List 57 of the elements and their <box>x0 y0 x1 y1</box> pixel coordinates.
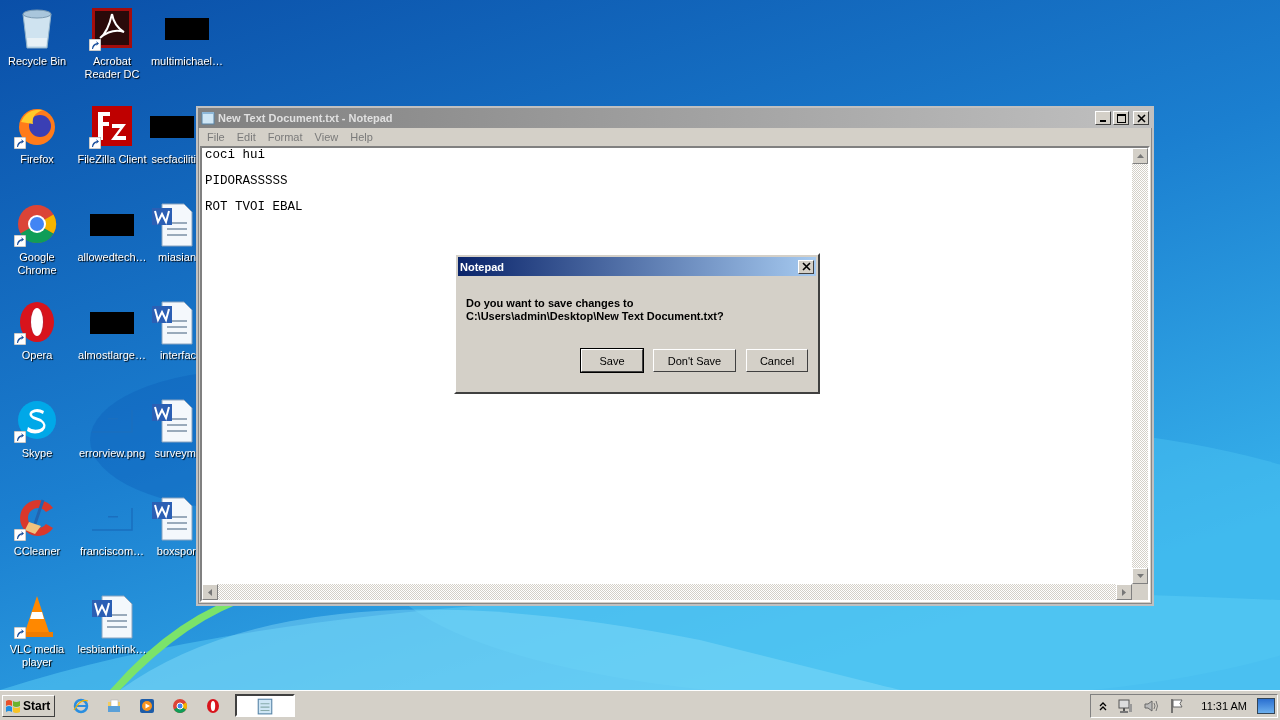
media-player-icon[interactable] <box>139 697 156 714</box>
text-line: coci hui <box>205 149 265 162</box>
icon-label[interactable]: FileZilla Client <box>77 153 147 166</box>
down-arrow-icon <box>1136 574 1144 578</box>
minimize-icon <box>1100 120 1106 122</box>
icon-label[interactable]: almostlarge… <box>78 349 146 362</box>
close-icon <box>1136 113 1146 123</box>
left-arrow-icon <box>208 588 212 596</box>
dialog-button[interactable]: Cancel <box>746 349 808 372</box>
chevron-icon[interactable] <box>1099 700 1108 711</box>
icon-label[interactable]: Recycle Bin <box>7 55 67 68</box>
icon-label[interactable]: CCleaner <box>13 545 61 558</box>
browser-icon[interactable] <box>172 697 189 714</box>
volume-icon[interactable] <box>1143 697 1160 714</box>
icon-label[interactable]: interfac <box>159 349 196 362</box>
flag-icon[interactable] <box>1169 697 1186 714</box>
icon-label[interactable]: multimichael… <box>150 55 224 68</box>
maximize-icon <box>1116 113 1126 123</box>
dialog-button[interactable]: Save <box>581 349 643 372</box>
icon-label[interactable]: miasian <box>158 251 196 264</box>
icon-label[interactable]: Acrobat Reader DC <box>75 55 149 81</box>
icon-label[interactable]: errorview.png <box>78 447 145 460</box>
close-icon <box>801 262 811 271</box>
icon-label[interactable]: Firefox <box>20 153 54 166</box>
folder-icon[interactable] <box>106 697 123 714</box>
scroll-down-button[interactable] <box>1132 568 1148 584</box>
dialog-message: Do you want to save changes to C:\Users\admin\Desktop\New Text Document.txt? <box>465 296 725 324</box>
icon-label[interactable]: franciscom… <box>79 545 145 558</box>
network-icon[interactable] <box>1117 697 1134 714</box>
show-desktop-button[interactable] <box>1257 697 1275 714</box>
up-arrow-icon <box>1136 154 1144 158</box>
icon-label[interactable]: Skype <box>21 447 53 460</box>
icon-label[interactable]: allowedtech… <box>77 251 147 264</box>
icon-label[interactable]: lesbianthink… <box>77 643 147 656</box>
notepad-icon <box>256 696 275 715</box>
icon-label[interactable]: surveym <box>154 447 196 460</box>
notepad-icon <box>201 111 215 125</box>
browser-icon[interactable] <box>205 697 222 714</box>
start-button[interactable]: Start <box>2 694 56 717</box>
text-line: PIDORASSSSS <box>205 175 288 188</box>
window-title: New Text Document.txt - Notepad <box>218 112 394 124</box>
notepad-task-button[interactable] <box>235 694 296 717</box>
icon-label[interactable]: secfaciliti <box>151 153 196 166</box>
icon-label[interactable]: Opera <box>21 349 53 362</box>
scroll-left-button[interactable] <box>202 584 218 600</box>
icon-label[interactable]: VLC media player <box>0 643 74 669</box>
text-line: ROT TVOI EBAL <box>205 201 303 214</box>
clock[interactable]: 11:31 AM <box>1201 699 1247 712</box>
windows-flag-icon <box>5 697 21 714</box>
scroll-right-button[interactable] <box>1116 584 1132 600</box>
right-arrow-icon <box>1122 588 1126 596</box>
dialog-button[interactable]: Don't Save <box>653 349 736 372</box>
scroll-up-button[interactable] <box>1132 148 1148 164</box>
icon-label[interactable]: boxspor <box>156 545 196 558</box>
close-button[interactable] <box>798 259 814 274</box>
dialog-title: Notepad <box>460 260 505 273</box>
icon-label[interactable]: Google Chrome <box>0 251 74 277</box>
